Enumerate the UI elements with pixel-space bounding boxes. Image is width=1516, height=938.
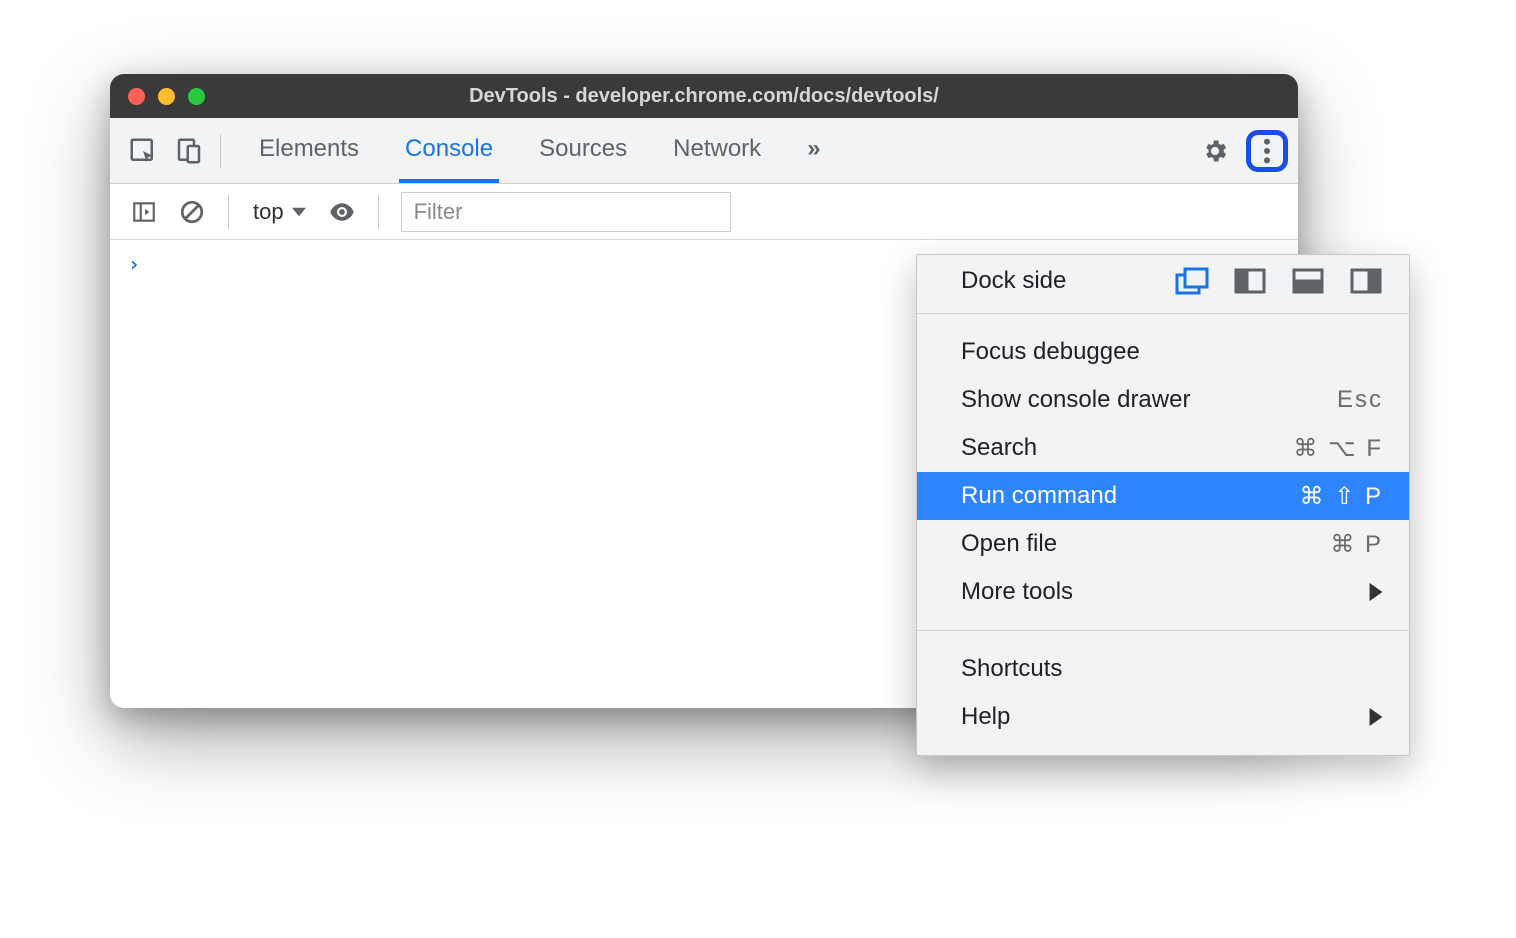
toggle-sidebar-button[interactable]	[124, 192, 164, 232]
clear-console-button[interactable]	[172, 192, 212, 232]
kebab-icon	[1263, 137, 1271, 165]
menu-shortcut: ⌘ P	[1330, 530, 1383, 559]
menu-help[interactable]: Help	[917, 693, 1409, 741]
more-options-button[interactable]	[1246, 130, 1288, 172]
more-tabs-button[interactable]: »	[801, 118, 826, 183]
menu-item-label: Search	[961, 434, 1037, 462]
close-window-button[interactable]	[128, 88, 145, 105]
settings-button[interactable]	[1194, 130, 1236, 172]
context-label: top	[253, 199, 284, 225]
menu-item-label: Shortcuts	[961, 655, 1062, 683]
menu-shortcut: Esc	[1337, 386, 1383, 414]
window-title: DevTools - developer.chrome.com/docs/dev…	[110, 85, 1298, 108]
menu-focus-debuggee[interactable]: Focus debuggee	[917, 328, 1409, 376]
prompt-caret-icon: ›	[128, 252, 140, 276]
menu-shortcuts[interactable]: Shortcuts	[917, 645, 1409, 693]
menu-item-label: Show console drawer	[961, 386, 1190, 414]
menu-item-label: Run command	[961, 482, 1117, 510]
traffic-lights	[128, 88, 205, 105]
titlebar: DevTools - developer.chrome.com/docs/dev…	[110, 74, 1298, 118]
inspect-element-button[interactable]	[120, 128, 166, 174]
main-menu: Dock side	[916, 254, 1410, 756]
menu-item-label: Focus debuggee	[961, 338, 1140, 366]
panel-tabs: Elements Console Sources Network »	[253, 118, 1194, 183]
tab-console[interactable]: Console	[399, 118, 499, 183]
devtools-window: DevTools - developer.chrome.com/docs/dev…	[110, 74, 1298, 708]
dock-left-button[interactable]	[1233, 267, 1267, 295]
dock-side-row: Dock side	[917, 255, 1409, 313]
subbar-divider	[228, 195, 229, 229]
tab-sources[interactable]: Sources	[533, 118, 633, 183]
zoom-window-button[interactable]	[188, 88, 205, 105]
menu-open-file[interactable]: Open file ⌘ P	[917, 520, 1409, 568]
console-toolbar: top	[110, 184, 1298, 240]
submenu-caret-icon	[1369, 583, 1383, 601]
menu-show-console-drawer[interactable]: Show console drawer Esc	[917, 376, 1409, 424]
minimize-window-button[interactable]	[158, 88, 175, 105]
dock-bottom-button[interactable]	[1291, 267, 1325, 295]
menu-item-label: More tools	[961, 578, 1073, 606]
menu-search[interactable]: Search ⌘ ⌥ F	[917, 424, 1409, 472]
context-selector[interactable]: top	[245, 199, 314, 225]
menu-item-label: Open file	[961, 530, 1057, 558]
menu-item-label: Help	[961, 703, 1010, 731]
dock-right-button[interactable]	[1349, 267, 1383, 295]
dock-side-label: Dock side	[961, 267, 1066, 295]
dock-undock-button[interactable]	[1175, 267, 1209, 295]
menu-run-command[interactable]: Run command ⌘ ⇧ P	[917, 472, 1409, 520]
menu-more-tools[interactable]: More tools	[917, 568, 1409, 616]
main-toolbar: Elements Console Sources Network »	[110, 118, 1298, 184]
tab-network[interactable]: Network	[667, 118, 767, 183]
live-expression-button[interactable]	[322, 192, 362, 232]
dropdown-caret-icon	[292, 205, 306, 219]
toolbar-divider	[220, 134, 221, 168]
filter-input[interactable]	[401, 192, 731, 232]
submenu-caret-icon	[1369, 708, 1383, 726]
menu-shortcut: ⌘ ⌥ F	[1293, 434, 1383, 463]
gear-icon	[1201, 137, 1229, 165]
menu-shortcut: ⌘ ⇧ P	[1300, 482, 1383, 511]
device-toolbar-button[interactable]	[166, 128, 212, 174]
subbar-divider-2	[378, 195, 379, 229]
tab-elements[interactable]: Elements	[253, 118, 365, 183]
